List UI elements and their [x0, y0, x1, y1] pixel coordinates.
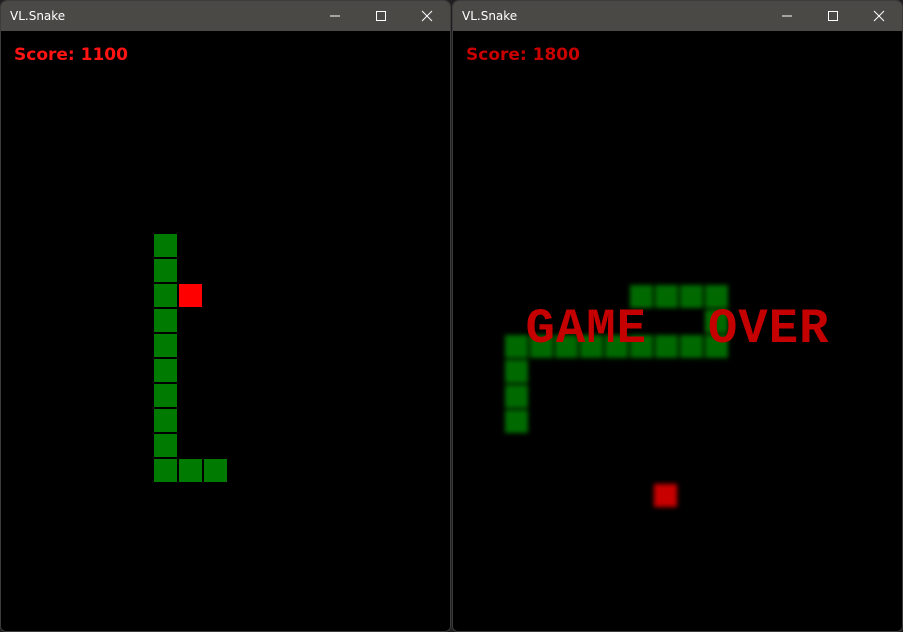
snake-segment	[153, 383, 178, 408]
snake-segment	[504, 359, 529, 384]
minimize-button[interactable]	[764, 1, 810, 31]
maximize-button[interactable]	[358, 1, 404, 31]
game-canvas[interactable]: Score: 1100	[1, 31, 450, 631]
snake-segment	[153, 433, 178, 458]
minimize-icon	[330, 15, 340, 17]
window-title: VL.Snake	[10, 9, 66, 23]
minimize-icon	[782, 15, 792, 17]
close-icon	[873, 10, 885, 22]
close-icon	[421, 10, 433, 22]
snake-segment	[153, 233, 178, 258]
snake-segment	[504, 384, 529, 409]
snake-window-left: VL.Snake Score: 1100	[0, 0, 451, 632]
snake-segment	[153, 308, 178, 333]
snake-segment	[153, 258, 178, 283]
maximize-icon	[376, 11, 386, 21]
title-bar[interactable]: VL.Snake	[1, 1, 450, 31]
game-canvas[interactable]: Score: 1800 GAME OVER	[453, 31, 902, 631]
snake-window-right: VL.Snake Score: 1800 GAME OVER	[452, 0, 903, 632]
snake-segment	[153, 408, 178, 433]
window-title: VL.Snake	[462, 9, 518, 23]
maximize-button[interactable]	[810, 1, 856, 31]
snake-segment	[153, 358, 178, 383]
close-button[interactable]	[856, 1, 902, 31]
snake-segment	[178, 458, 203, 483]
snake-segment	[153, 333, 178, 358]
game-over-text: GAME OVER	[525, 301, 830, 357]
maximize-icon	[828, 11, 838, 21]
snake-segment	[203, 458, 228, 483]
snake-segment	[153, 283, 178, 308]
game-board	[1, 31, 450, 631]
food-item	[653, 483, 678, 508]
snake-segment	[504, 409, 529, 434]
close-button[interactable]	[404, 1, 450, 31]
food-item	[178, 283, 203, 308]
minimize-button[interactable]	[312, 1, 358, 31]
title-bar[interactable]: VL.Snake	[453, 1, 902, 31]
snake-segment	[153, 458, 178, 483]
